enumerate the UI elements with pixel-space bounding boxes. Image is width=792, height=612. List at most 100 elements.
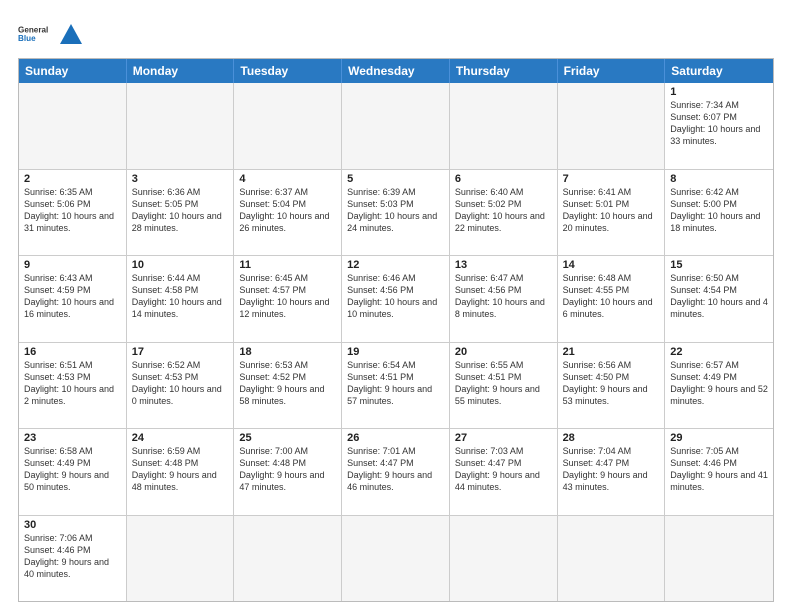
day-number: 12 <box>347 259 444 271</box>
day-number: 10 <box>132 259 229 271</box>
day-cell-29: 29Sunrise: 7:05 AMSunset: 4:46 PMDayligh… <box>665 429 773 515</box>
day-number: 13 <box>455 259 552 271</box>
header: General Blue <box>18 18 774 50</box>
calendar-week-1: 1Sunrise: 7:34 AMSunset: 6:07 PMDaylight… <box>19 83 773 169</box>
calendar: SundayMondayTuesdayWednesdayThursdayFrid… <box>18 58 774 602</box>
day-info: Sunrise: 6:58 AMSunset: 4:49 PMDaylight:… <box>24 445 121 494</box>
day-cell-1: 1Sunrise: 7:34 AMSunset: 6:07 PMDaylight… <box>665 83 773 169</box>
day-number: 8 <box>670 173 768 185</box>
day-cell-14: 14Sunrise: 6:48 AMSunset: 4:55 PMDayligh… <box>558 256 666 342</box>
blue-triangle-icon <box>60 24 82 44</box>
day-number: 2 <box>24 173 121 185</box>
header-day-thursday: Thursday <box>450 59 558 83</box>
day-info: Sunrise: 6:35 AMSunset: 5:06 PMDaylight:… <box>24 186 121 235</box>
day-number: 3 <box>132 173 229 185</box>
calendar-week-2: 2Sunrise: 6:35 AMSunset: 5:06 PMDaylight… <box>19 169 773 256</box>
day-info: Sunrise: 6:40 AMSunset: 5:02 PMDaylight:… <box>455 186 552 235</box>
day-info: Sunrise: 6:57 AMSunset: 4:49 PMDaylight:… <box>670 359 768 408</box>
day-info: Sunrise: 7:04 AMSunset: 4:47 PMDaylight:… <box>563 445 660 494</box>
day-number: 18 <box>239 346 336 358</box>
logo: General Blue <box>18 18 82 50</box>
day-number: 1 <box>670 86 768 98</box>
svg-text:Blue: Blue <box>18 34 36 43</box>
day-info: Sunrise: 6:54 AMSunset: 4:51 PMDaylight:… <box>347 359 444 408</box>
header-day-friday: Friday <box>558 59 666 83</box>
day-info: Sunrise: 7:01 AMSunset: 4:47 PMDaylight:… <box>347 445 444 494</box>
day-info: Sunrise: 6:42 AMSunset: 5:00 PMDaylight:… <box>670 186 768 235</box>
day-cell-15: 15Sunrise: 6:50 AMSunset: 4:54 PMDayligh… <box>665 256 773 342</box>
empty-cell-w5-d1 <box>127 516 235 602</box>
day-cell-18: 18Sunrise: 6:53 AMSunset: 4:52 PMDayligh… <box>234 343 342 429</box>
day-cell-6: 6Sunrise: 6:40 AMSunset: 5:02 PMDaylight… <box>450 170 558 256</box>
day-info: Sunrise: 7:05 AMSunset: 4:46 PMDaylight:… <box>670 445 768 494</box>
day-cell-3: 3Sunrise: 6:36 AMSunset: 5:05 PMDaylight… <box>127 170 235 256</box>
day-info: Sunrise: 6:55 AMSunset: 4:51 PMDaylight:… <box>455 359 552 408</box>
day-cell-12: 12Sunrise: 6:46 AMSunset: 4:56 PMDayligh… <box>342 256 450 342</box>
day-number: 19 <box>347 346 444 358</box>
empty-cell-w0-d3 <box>342 83 450 169</box>
header-day-monday: Monday <box>127 59 235 83</box>
day-info: Sunrise: 6:39 AMSunset: 5:03 PMDaylight:… <box>347 186 444 235</box>
day-info: Sunrise: 6:51 AMSunset: 4:53 PMDaylight:… <box>24 359 121 408</box>
day-info: Sunrise: 7:06 AMSunset: 4:46 PMDaylight:… <box>24 532 121 581</box>
day-info: Sunrise: 6:41 AMSunset: 5:01 PMDaylight:… <box>563 186 660 235</box>
day-number: 29 <box>670 432 768 444</box>
day-cell-26: 26Sunrise: 7:01 AMSunset: 4:47 PMDayligh… <box>342 429 450 515</box>
day-info: Sunrise: 6:46 AMSunset: 4:56 PMDaylight:… <box>347 272 444 321</box>
day-number: 30 <box>24 519 121 531</box>
day-number: 16 <box>24 346 121 358</box>
day-number: 23 <box>24 432 121 444</box>
day-info: Sunrise: 6:48 AMSunset: 4:55 PMDaylight:… <box>563 272 660 321</box>
day-number: 6 <box>455 173 552 185</box>
empty-cell-w5-d3 <box>342 516 450 602</box>
calendar-week-5: 23Sunrise: 6:58 AMSunset: 4:49 PMDayligh… <box>19 428 773 515</box>
day-number: 7 <box>563 173 660 185</box>
day-info: Sunrise: 6:56 AMSunset: 4:50 PMDaylight:… <box>563 359 660 408</box>
empty-cell-w0-d5 <box>558 83 666 169</box>
day-info: Sunrise: 6:37 AMSunset: 5:04 PMDaylight:… <box>239 186 336 235</box>
day-number: 25 <box>239 432 336 444</box>
day-cell-5: 5Sunrise: 6:39 AMSunset: 5:03 PMDaylight… <box>342 170 450 256</box>
day-cell-8: 8Sunrise: 6:42 AMSunset: 5:00 PMDaylight… <box>665 170 773 256</box>
empty-cell-w0-d2 <box>234 83 342 169</box>
day-info: Sunrise: 6:43 AMSunset: 4:59 PMDaylight:… <box>24 272 121 321</box>
empty-cell-w0-d4 <box>450 83 558 169</box>
day-info: Sunrise: 6:59 AMSunset: 4:48 PMDaylight:… <box>132 445 229 494</box>
day-cell-25: 25Sunrise: 7:00 AMSunset: 4:48 PMDayligh… <box>234 429 342 515</box>
day-info: Sunrise: 6:52 AMSunset: 4:53 PMDaylight:… <box>132 359 229 408</box>
header-day-saturday: Saturday <box>665 59 773 83</box>
day-cell-17: 17Sunrise: 6:52 AMSunset: 4:53 PMDayligh… <box>127 343 235 429</box>
day-number: 17 <box>132 346 229 358</box>
day-number: 5 <box>347 173 444 185</box>
day-cell-30: 30Sunrise: 7:06 AMSunset: 4:46 PMDayligh… <box>19 516 127 602</box>
day-info: Sunrise: 7:03 AMSunset: 4:47 PMDaylight:… <box>455 445 552 494</box>
empty-cell-w0-d0 <box>19 83 127 169</box>
day-number: 14 <box>563 259 660 271</box>
empty-cell-w0-d1 <box>127 83 235 169</box>
day-number: 24 <box>132 432 229 444</box>
day-cell-13: 13Sunrise: 6:47 AMSunset: 4:56 PMDayligh… <box>450 256 558 342</box>
day-cell-7: 7Sunrise: 6:41 AMSunset: 5:01 PMDaylight… <box>558 170 666 256</box>
day-info: Sunrise: 6:45 AMSunset: 4:57 PMDaylight:… <box>239 272 336 321</box>
header-day-sunday: Sunday <box>19 59 127 83</box>
day-number: 27 <box>455 432 552 444</box>
empty-cell-w5-d6 <box>665 516 773 602</box>
calendar-body: 1Sunrise: 7:34 AMSunset: 6:07 PMDaylight… <box>19 83 773 601</box>
day-info: Sunrise: 7:34 AMSunset: 6:07 PMDaylight:… <box>670 99 768 148</box>
day-cell-19: 19Sunrise: 6:54 AMSunset: 4:51 PMDayligh… <box>342 343 450 429</box>
day-info: Sunrise: 6:50 AMSunset: 4:54 PMDaylight:… <box>670 272 768 321</box>
calendar-week-3: 9Sunrise: 6:43 AMSunset: 4:59 PMDaylight… <box>19 255 773 342</box>
day-cell-11: 11Sunrise: 6:45 AMSunset: 4:57 PMDayligh… <box>234 256 342 342</box>
day-cell-9: 9Sunrise: 6:43 AMSunset: 4:59 PMDaylight… <box>19 256 127 342</box>
day-number: 4 <box>239 173 336 185</box>
day-info: Sunrise: 6:47 AMSunset: 4:56 PMDaylight:… <box>455 272 552 321</box>
day-cell-23: 23Sunrise: 6:58 AMSunset: 4:49 PMDayligh… <box>19 429 127 515</box>
header-day-wednesday: Wednesday <box>342 59 450 83</box>
day-number: 11 <box>239 259 336 271</box>
header-day-tuesday: Tuesday <box>234 59 342 83</box>
svg-text:General: General <box>18 25 48 34</box>
day-cell-22: 22Sunrise: 6:57 AMSunset: 4:49 PMDayligh… <box>665 343 773 429</box>
day-cell-27: 27Sunrise: 7:03 AMSunset: 4:47 PMDayligh… <box>450 429 558 515</box>
day-cell-20: 20Sunrise: 6:55 AMSunset: 4:51 PMDayligh… <box>450 343 558 429</box>
day-cell-21: 21Sunrise: 6:56 AMSunset: 4:50 PMDayligh… <box>558 343 666 429</box>
